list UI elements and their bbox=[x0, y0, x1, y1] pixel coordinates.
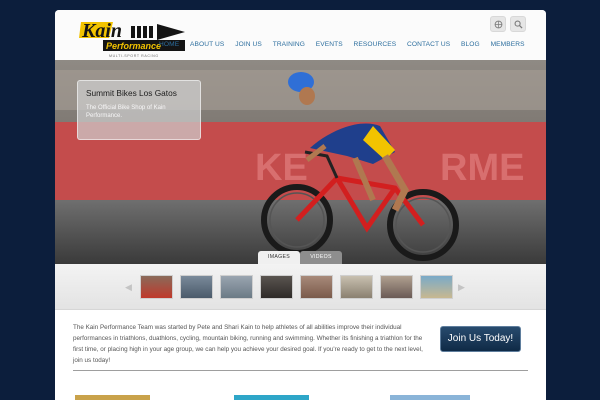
page-container: Kain Performance MULTI-SPORT RACING HOME bbox=[55, 10, 546, 400]
thumbnail[interactable] bbox=[260, 275, 293, 299]
caption-title: Summit Bikes Los Gatos bbox=[86, 88, 177, 98]
arrow-left-icon[interactable]: ◀ bbox=[125, 282, 132, 293]
join-us-button[interactable]: Join Us Today! bbox=[440, 326, 521, 352]
nav-blog[interactable]: BLOG bbox=[456, 41, 486, 48]
arrow-right-icon[interactable]: ▶ bbox=[458, 282, 465, 293]
nav-join-us[interactable]: JOIN US bbox=[230, 41, 268, 48]
svg-text:Kain: Kain bbox=[81, 20, 122, 42]
header: Kain Performance MULTI-SPORT RACING HOME bbox=[55, 10, 546, 60]
svg-text:MULTI-SPORT RACING: MULTI-SPORT RACING bbox=[109, 54, 159, 58]
language-button[interactable] bbox=[490, 16, 506, 32]
search-button[interactable] bbox=[510, 16, 526, 32]
thumbnail[interactable] bbox=[180, 275, 213, 299]
nav-events[interactable]: EVENTS bbox=[310, 41, 348, 48]
hero-slider[interactable]: KE RME Summit Bikes Los Gatos The Offici… bbox=[55, 60, 546, 264]
svg-text:RME: RME bbox=[440, 147, 524, 189]
feature-card[interactable] bbox=[234, 395, 309, 400]
kain-logo[interactable]: Kain Performance MULTI-SPORT RACING bbox=[79, 16, 187, 60]
thumbnail-strip: ◀ ▶ bbox=[55, 264, 546, 310]
nav-members[interactable]: MEMBERS bbox=[485, 41, 530, 48]
intro-text: The Kain Performance Team was started by… bbox=[73, 324, 423, 364]
search-icon bbox=[514, 20, 523, 29]
tab-images[interactable]: IMAGES bbox=[258, 251, 300, 264]
nav-home[interactable]: HOME bbox=[154, 41, 185, 48]
slide-caption: Summit Bikes Los Gatos The Official Bike… bbox=[77, 80, 201, 140]
nav-training[interactable]: TRAINING bbox=[267, 41, 310, 48]
caption-text: The Official Bike Shop of Kain Performan… bbox=[86, 105, 166, 120]
thumbnail[interactable] bbox=[140, 275, 173, 299]
thumbnail[interactable] bbox=[420, 275, 453, 299]
thumbnail[interactable] bbox=[380, 275, 413, 299]
feature-card[interactable] bbox=[390, 395, 470, 400]
main-nav: HOME ABOUT US JOIN US TRAINING EVENTS RE… bbox=[154, 41, 530, 48]
feature-card[interactable] bbox=[75, 395, 150, 400]
thumbnail[interactable] bbox=[220, 275, 253, 299]
thumbnail[interactable] bbox=[340, 275, 373, 299]
globe-icon bbox=[494, 20, 502, 28]
tab-videos[interactable]: VIDEOS bbox=[300, 251, 342, 264]
divider bbox=[73, 370, 528, 371]
thumbnail[interactable] bbox=[300, 275, 333, 299]
nav-contact-us[interactable]: CONTACT US bbox=[402, 41, 456, 48]
nav-about-us[interactable]: ABOUT US bbox=[185, 41, 230, 48]
nav-resources[interactable]: RESOURCES bbox=[348, 41, 401, 48]
svg-text:KE: KE bbox=[255, 147, 308, 189]
